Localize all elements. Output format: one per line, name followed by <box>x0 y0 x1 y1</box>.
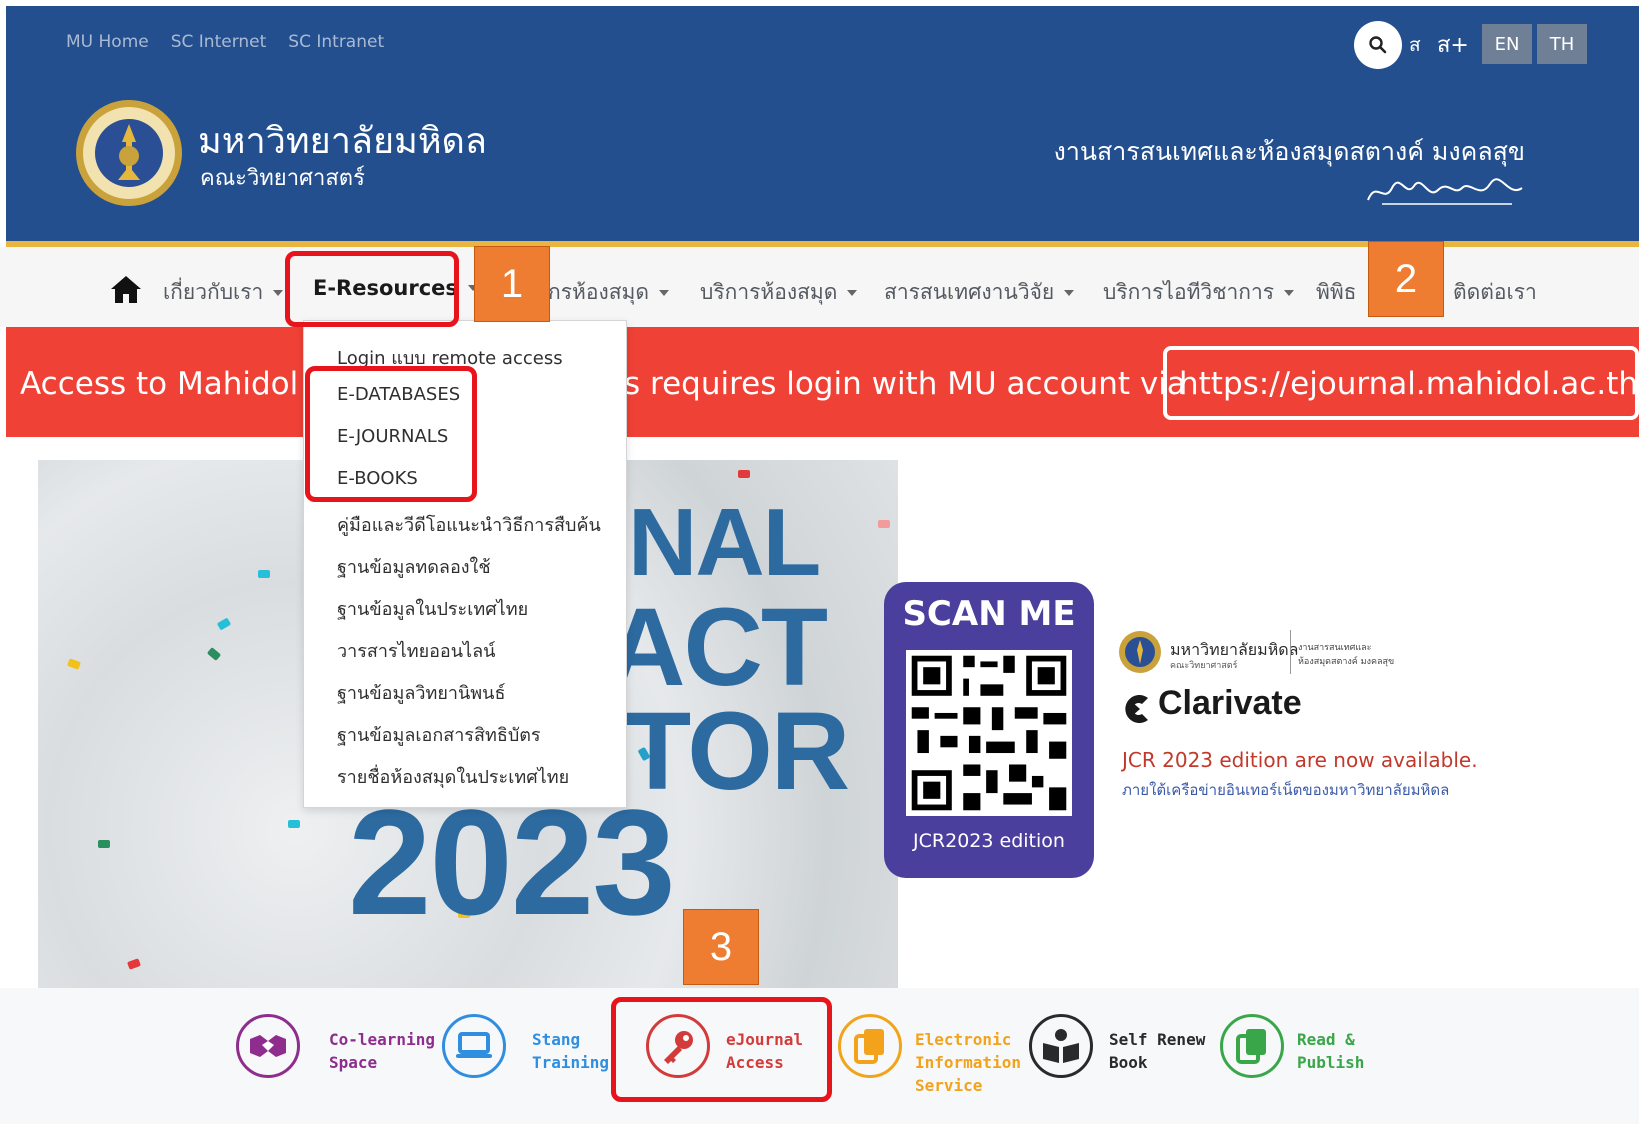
stang-training-icon[interactable] <box>442 1014 506 1078</box>
confetti <box>288 820 300 828</box>
stang-training-line2: Training <box>532 1053 610 1072</box>
self-renew-book-link[interactable]: Self Renew Book <box>1109 1028 1205 1074</box>
nav-library-info[interactable]: กรห้องสมุด <box>548 276 670 309</box>
self-renew-line2: Book <box>1109 1053 1148 1072</box>
menu-item-patent-databases[interactable]: ฐานข้อมูลเอกสารสิทธิบัตร <box>337 720 541 749</box>
read-and-publish-link[interactable]: Read & Publish <box>1297 1028 1364 1074</box>
nav-research[interactable]: สารสนเทศงานวิจัย <box>884 276 1075 309</box>
confetti <box>738 470 750 478</box>
search-icon <box>1369 36 1387 54</box>
co-learning-space-link[interactable]: Co-learning Space <box>329 1028 435 1074</box>
chevron-down-icon <box>847 289 858 296</box>
mini-faculty-name: คณะวิทยาศาสตร์ <box>1170 661 1238 671</box>
electronic-information-service-icon[interactable] <box>838 1014 902 1078</box>
electronic-information-service-link[interactable]: Electronic Information Service <box>915 1028 1021 1097</box>
home-icon[interactable] <box>110 274 142 304</box>
confetti <box>258 570 270 578</box>
lang-en-button[interactable]: EN <box>1482 24 1532 64</box>
font-size-normal-button[interactable]: ส <box>1409 30 1421 60</box>
menu-item-thai-journals-online[interactable]: วารสารไทยออนไลน์ <box>337 636 495 665</box>
electronic-information-line2: Information <box>915 1053 1021 1072</box>
divider <box>1290 630 1291 674</box>
confetti <box>126 958 142 970</box>
step-marker-3: 3 <box>683 909 759 985</box>
menu-item-thesis-databases[interactable]: ฐานข้อมูลวิทยานิพนธ์ <box>337 678 505 707</box>
royal-signature-image <box>1367 178 1523 205</box>
chevron-down-icon <box>273 289 284 296</box>
read-publish-line2: Publish <box>1297 1053 1365 1072</box>
hero-word-1: NAL <box>628 489 821 596</box>
step-marker-2: 2 <box>1368 241 1444 317</box>
nav-contact[interactable]: ติดต่อเรา <box>1453 276 1537 309</box>
scan-me-card: SCAN ME JCR2023 edition <box>884 582 1094 878</box>
top-links: MU Home SC Internet SC Intranet <box>66 32 384 52</box>
co-learning-line1: Co-learning <box>329 1030 435 1049</box>
nav-museum[interactable]: พิพิธ <box>1316 276 1357 309</box>
qr-code-image <box>906 650 1072 816</box>
nav-academic-it-label: บริการไอทีวิชาการ <box>1103 280 1275 304</box>
nav-academic-it[interactable]: บริการไอทีวิชาการ <box>1103 276 1295 309</box>
nav-contact-label: ติดต่อเรา <box>1453 280 1537 304</box>
toplink-mu-home[interactable]: MU Home <box>66 32 149 52</box>
highlight-box-ejournal-access <box>611 997 832 1102</box>
self-renew-book-icon[interactable] <box>1029 1014 1093 1078</box>
confetti <box>216 617 232 631</box>
toplink-sc-intranet[interactable]: SC Intranet <box>288 32 384 52</box>
page: MU Home SC Internet SC Intranet ส ส+ EN … <box>0 0 1639 1124</box>
co-learning-space-icon[interactable] <box>236 1014 300 1078</box>
banner-text-left: Access to Mahidol <box>20 366 299 402</box>
highlight-box-banner-url <box>1163 346 1639 420</box>
nav-about[interactable]: เกี่ยวกับเรา <box>163 276 284 309</box>
menu-item-trial-databases[interactable]: ฐานข้อมูลทดลองใช้ <box>337 552 491 581</box>
mini-seal-logo <box>1119 631 1161 673</box>
menu-item-search-guides[interactable]: คู่มือและวีดีโอแนะนำวิธีการสืบค้น <box>337 510 601 539</box>
university-seal-logo[interactable] <box>74 98 184 208</box>
nav-library-services-label: บริการห้องสมุด <box>700 280 838 304</box>
nav-library-services[interactable]: บริการห้องสมุด <box>700 276 858 309</box>
confetti <box>878 520 890 528</box>
clarivate-logo-icon <box>1125 695 1148 723</box>
mini-library-name-line1: งานสารสนเทศและ <box>1298 643 1372 653</box>
highlight-box-eresources <box>285 251 459 327</box>
co-learning-line2: Space <box>329 1053 378 1072</box>
nav-about-label: เกี่ยวกับเรา <box>163 280 264 304</box>
library-name: งานสารสนเทศและห้องสมุดสตางค์ มงคลสุข <box>1053 137 1525 166</box>
scan-me-subtitle: JCR2023 edition <box>913 830 1065 852</box>
jcr-announcement: JCR 2023 edition are now available. <box>1122 748 1478 772</box>
nav-museum-label: พิพิธ <box>1316 280 1357 304</box>
nav-research-label: สารสนเทศงานวิจัย <box>884 280 1055 304</box>
search-button[interactable] <box>1354 21 1402 69</box>
step-marker-1: 1 <box>474 246 550 322</box>
mini-library-name-line2: ห้องสมุดสตางค์ มงคลสุข <box>1298 657 1395 667</box>
toplink-sc-internet[interactable]: SC Internet <box>171 32 267 52</box>
faculty-name: คณะวิทยาศาสตร์ <box>200 166 365 191</box>
electronic-information-line3: Service <box>915 1076 983 1095</box>
menu-item-thai-library-list[interactable]: รายชื่อห้องสมุดในประเทศไทย <box>337 762 569 791</box>
chevron-down-icon <box>659 289 670 296</box>
confetti <box>66 658 82 670</box>
chevron-down-icon <box>1064 289 1075 296</box>
font-size-large-button[interactable]: ส+ <box>1437 27 1469 62</box>
stang-training-line1: Stang <box>532 1030 581 1049</box>
nav-library-info-label: กรห้องสมุด <box>548 280 650 304</box>
highlight-box-menu-items <box>305 366 477 502</box>
stang-training-link[interactable]: Stang Training <box>532 1028 609 1074</box>
hero-slider[interactable]: NAL ACT TOR 2023 SCAN ME JCR2023 edition <box>38 460 1639 988</box>
read-publish-line1: Read & <box>1297 1030 1355 1049</box>
chevron-down-icon <box>1284 289 1295 296</box>
read-and-publish-icon[interactable] <box>1220 1014 1284 1078</box>
clarivate-logo-text: Clarivate <box>1158 684 1302 722</box>
electronic-information-line1: Electronic <box>915 1030 1012 1049</box>
confetti <box>206 647 222 661</box>
banner-text-middle: s requires login with MU account via <box>624 366 1186 402</box>
scan-me-title: SCAN ME <box>902 594 1076 634</box>
lang-th-button[interactable]: TH <box>1537 24 1587 64</box>
menu-item-thai-databases[interactable]: ฐานข้อมูลในประเทศไทย <box>337 594 528 623</box>
self-renew-line1: Self Renew <box>1109 1030 1206 1049</box>
jcr-network-note: ภายใต้เครือข่ายอินเทอร์เน็ตของมหาวิทยาลั… <box>1122 781 1450 799</box>
confetti <box>98 840 110 848</box>
